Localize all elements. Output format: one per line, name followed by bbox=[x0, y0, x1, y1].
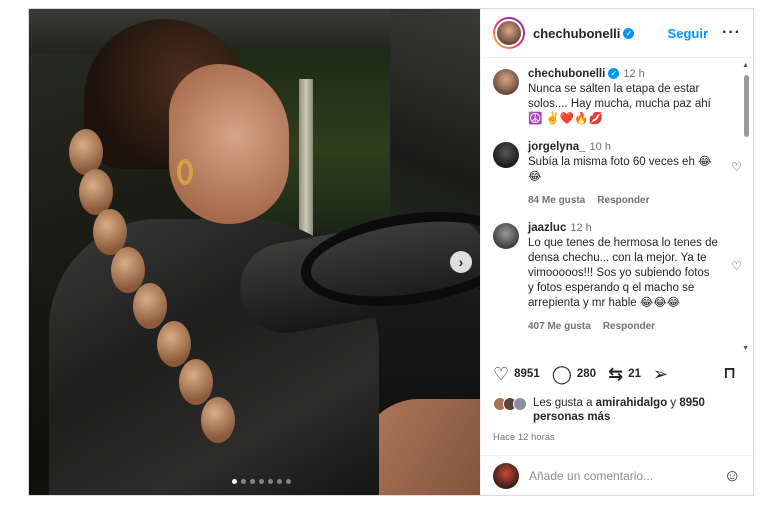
repost-button[interactable]: ⇆ 21 bbox=[608, 365, 641, 383]
carousel-dot bbox=[268, 479, 273, 484]
like-comment-heart-icon[interactable]: ♡ bbox=[731, 259, 742, 273]
comment-avatar[interactable] bbox=[493, 223, 519, 249]
comments-list: chechubonelli ✓ 12 h Nunca se salten la et… bbox=[481, 59, 754, 351]
carousel-dot bbox=[259, 479, 264, 484]
like-comment-heart-icon[interactable]: ♡ bbox=[731, 160, 742, 174]
scroll-up-arrow-icon[interactable]: ▲ bbox=[742, 62, 749, 69]
caption-comment: chechubonelli ✓ 12 h Nunca se salten la et… bbox=[493, 67, 726, 127]
comment-time: 10 h bbox=[589, 141, 611, 153]
bookmark-icon: ⊓ bbox=[723, 365, 736, 382]
viewer-avatar bbox=[493, 462, 519, 489]
comment-likes[interactable]: 407 Me gusta bbox=[528, 321, 591, 332]
save-button[interactable]: ⊓ bbox=[723, 365, 741, 383]
carousel-dot bbox=[286, 479, 291, 484]
author-avatar[interactable] bbox=[493, 17, 525, 49]
scrollbar-thumb[interactable] bbox=[744, 75, 749, 137]
follow-button[interactable]: Seguir bbox=[668, 26, 708, 41]
comment-text: Lo que tenes de hermosa lo tenes de dens… bbox=[528, 237, 718, 309]
comment-username[interactable]: jorgelyna_ bbox=[528, 141, 586, 153]
carousel-dot bbox=[277, 479, 282, 484]
liked-by: Les gusta a amirahidalgo y 8950 personas… bbox=[493, 396, 741, 424]
send-icon: ➢ bbox=[652, 364, 669, 384]
next-slide-button[interactable]: › bbox=[450, 251, 472, 273]
post-modal: › chechubonelli ✓ Seguir ··· chechubonel… bbox=[28, 8, 754, 496]
comment-bubble-icon: ◯ bbox=[551, 364, 572, 384]
post-timestamp: Hace 12 horas bbox=[493, 432, 555, 443]
comment-item: jaazluc 12 h Lo que tenes de hermosa lo t… bbox=[493, 221, 742, 334]
carousel-dot bbox=[241, 479, 246, 484]
carousel-dot bbox=[250, 479, 255, 484]
scroll-down-arrow-icon[interactable]: ▼ bbox=[742, 345, 749, 352]
comment-time: 12 h bbox=[570, 222, 592, 234]
carousel-dot bbox=[232, 479, 237, 484]
carousel-dots bbox=[232, 479, 291, 484]
heart-icon: ♡ bbox=[493, 364, 510, 384]
emoji-icon[interactable]: ☺ bbox=[724, 466, 741, 486]
earring bbox=[177, 159, 193, 185]
likes-count: 8951 bbox=[514, 368, 540, 380]
like-button[interactable]: ♡ 8951 bbox=[493, 365, 540, 383]
comment-time: 12 h bbox=[623, 68, 645, 80]
comment-avatar[interactable] bbox=[493, 142, 519, 168]
liker-username[interactable]: amirahidalgo bbox=[596, 397, 668, 409]
comment-text: Subía la misma foto 60 veces eh 😂 😂 bbox=[528, 156, 712, 183]
post-photo[interactable]: › bbox=[29, 9, 480, 495]
reply-button[interactable]: Responder bbox=[603, 321, 655, 332]
add-comment-bar: Añade un comentario... ☺ bbox=[481, 455, 753, 495]
comment-item: jorgelyna_ 10 h Subía la misma foto 60 ve… bbox=[493, 140, 742, 208]
post-sidebar: chechubonelli ✓ Seguir ··· chechubonelli… bbox=[480, 9, 753, 495]
verified-badge-icon: ✓ bbox=[608, 68, 620, 80]
comment-avatar[interactable] bbox=[493, 69, 519, 95]
repost-icon: ⇆ bbox=[608, 364, 624, 384]
post-header: chechubonelli ✓ Seguir ··· bbox=[481, 9, 753, 58]
comment-text: Nunca se salten la etapa de estar solos.… bbox=[528, 83, 711, 125]
comment-username[interactable]: jaazluc bbox=[528, 222, 566, 234]
reply-button[interactable]: Responder bbox=[597, 195, 649, 206]
reposts-count: 21 bbox=[628, 368, 641, 380]
comment-button[interactable]: ◯ 280 bbox=[552, 365, 596, 383]
add-comment-input[interactable]: Añade un comentario... bbox=[529, 469, 724, 483]
share-button[interactable]: ➢ bbox=[653, 365, 673, 383]
comments-count: 280 bbox=[576, 368, 597, 380]
comment-likes[interactable]: 84 Me gusta bbox=[528, 195, 585, 206]
more-options-icon[interactable]: ··· bbox=[722, 24, 741, 42]
liker-avatars bbox=[493, 397, 527, 424]
verified-badge-icon: ✓ bbox=[623, 27, 635, 39]
post-actions: ♡ 8951 ◯ 280 ⇆ 21 ➢ ⊓ bbox=[493, 361, 741, 387]
comment-username[interactable]: chechubonelli bbox=[528, 68, 605, 80]
author-username[interactable]: chechubonelli bbox=[533, 26, 620, 41]
